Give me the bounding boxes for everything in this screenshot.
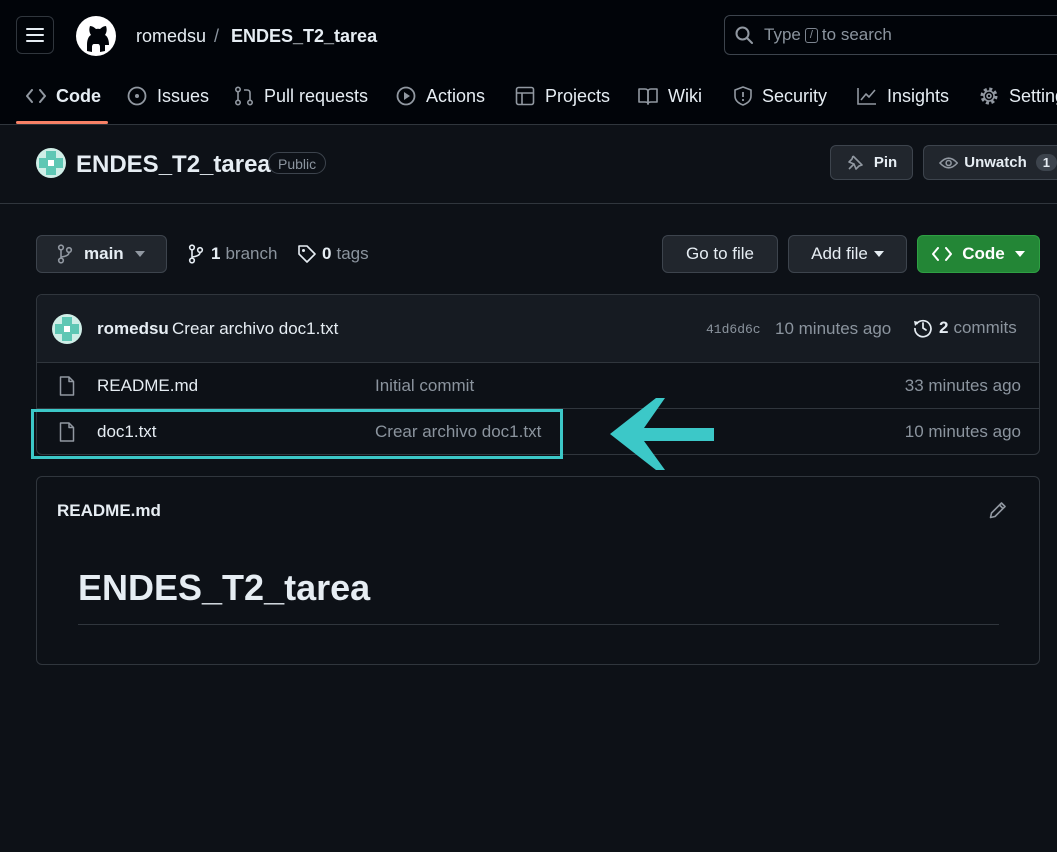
file-commit-time: 10 minutes ago (904, 422, 1021, 441)
commit-sha[interactable]: 41d6d6c (706, 322, 761, 337)
commit-message[interactable]: Crear archivo doc1.txt (172, 319, 338, 339)
branch-word: branch (225, 244, 278, 263)
visibility-badge: Public (268, 152, 327, 174)
commit-time: 10 minutes ago (775, 319, 892, 338)
issue-icon (127, 86, 147, 106)
arrow-left-icon (610, 398, 714, 470)
code-dropdown-button[interactable]: Code (917, 235, 1040, 273)
eye-icon (939, 156, 959, 169)
table-icon (515, 86, 535, 106)
file-name[interactable]: README.md (97, 376, 198, 396)
play-icon (396, 86, 416, 106)
avatar[interactable] (52, 314, 82, 344)
book-icon (638, 88, 658, 105)
tab-wiki[interactable]: Wiki (638, 84, 702, 108)
heading-divider (78, 624, 999, 625)
search-icon (735, 26, 753, 44)
tab-settings-label: Settings (1009, 85, 1057, 106)
readme-panel: README.md ENDES_T2_tarea (36, 476, 1040, 665)
tag-word: tags (336, 244, 369, 263)
tab-wiki-label: Wiki (668, 85, 702, 106)
file-row[interactable]: README.md Initial commit 33 minutes ago (37, 362, 1039, 409)
tab-projects-label: Projects (545, 85, 611, 106)
tab-security-label: Security (762, 85, 828, 106)
pencil-icon[interactable] (989, 501, 1007, 519)
tab-actions-label: Actions (426, 85, 486, 106)
pin-label: Pin (873, 154, 898, 171)
commit-author[interactable]: romedsu (97, 319, 169, 339)
breadcrumb-repo[interactable]: ENDES_T2_tarea (231, 25, 377, 47)
search-placeholder-suffix: to search (821, 25, 892, 44)
pull-request-icon (234, 86, 254, 106)
tab-settings[interactable]: Settings (979, 84, 1057, 108)
shield-icon (734, 86, 752, 106)
branch-selector[interactable]: main (36, 235, 167, 273)
add-file-label: Add file (811, 244, 868, 263)
tab-projects[interactable]: Projects (515, 84, 610, 108)
breadcrumb-owner[interactable]: romedsu (136, 25, 206, 47)
gear-icon (980, 87, 998, 105)
tab-code-label: Code (56, 85, 101, 106)
add-file-button[interactable]: Add file (788, 235, 907, 273)
tab-code-underline (16, 121, 108, 124)
branches-link[interactable]: 1 branch (188, 244, 277, 264)
go-to-file-label: Go to file (685, 244, 755, 263)
readme-filename[interactable]: README.md (57, 501, 161, 521)
branch-name: main (84, 244, 124, 263)
repo-title[interactable]: ENDES_T2_tarea (76, 150, 271, 180)
search-placeholder: Type / to search (764, 25, 892, 45)
pin-icon (848, 154, 863, 170)
history-icon (914, 319, 932, 338)
git-branch-icon (57, 244, 73, 264)
search-input[interactable]: Type / to search (724, 15, 1057, 55)
graph-icon (857, 88, 876, 105)
tab-insights[interactable]: Insights (857, 84, 949, 108)
search-placeholder-prefix: Type (764, 25, 801, 44)
unwatch-label: Unwatch (964, 154, 1027, 171)
search-shortcut-key: / (804, 28, 818, 44)
tab-pull-requests-label: Pull requests (264, 85, 369, 106)
code-dropdown-label: Code (962, 244, 1005, 263)
commit-count: 2 (939, 318, 949, 337)
tab-insights-label: Insights (887, 85, 950, 106)
tag-icon (298, 245, 316, 263)
header-separator (0, 203, 1057, 204)
hamburger-icon (26, 28, 44, 42)
file-commit-time: 33 minutes ago (904, 376, 1021, 395)
caret-down-icon (1014, 251, 1025, 257)
repo-avatar (36, 148, 66, 178)
watch-count: 1 (1035, 154, 1057, 171)
unwatch-button[interactable]: Unwatch 1 (923, 145, 1057, 180)
code-icon (932, 247, 953, 261)
branch-count: 1 (211, 244, 221, 263)
caret-down-icon (134, 251, 145, 257)
readme-heading: ENDES_T2_tarea (78, 567, 371, 608)
tab-pull-requests[interactable]: Pull requests (234, 84, 368, 108)
tags-link[interactable]: 0 tags (298, 244, 369, 264)
breadcrumb-separator: / (214, 26, 220, 46)
code-icon (26, 89, 46, 103)
tag-count: 0 (322, 244, 332, 263)
git-branch-icon (188, 244, 204, 264)
github-logo-icon[interactable] (75, 15, 117, 57)
file-icon (59, 376, 75, 396)
tab-code[interactable]: Code (26, 84, 101, 108)
caret-down-icon (873, 251, 884, 257)
commits-link[interactable]: 2 commits (913, 318, 1017, 338)
menu-button[interactable] (16, 16, 54, 54)
commit-word: commits (953, 318, 1017, 337)
tab-security[interactable]: Security (734, 84, 827, 108)
tab-actions[interactable]: Actions (396, 84, 485, 108)
file-commit-message[interactable]: Initial commit (375, 376, 474, 396)
tab-issues[interactable]: Issues (127, 84, 209, 108)
go-to-file-button[interactable]: Go to file (662, 235, 778, 273)
latest-commit-bar: romedsu Crear archivo doc1.txt 41d6d6c 1… (37, 295, 1039, 363)
tab-issues-label: Issues (157, 85, 210, 106)
pin-button[interactable]: Pin (830, 145, 913, 180)
highlight-box (31, 409, 563, 459)
